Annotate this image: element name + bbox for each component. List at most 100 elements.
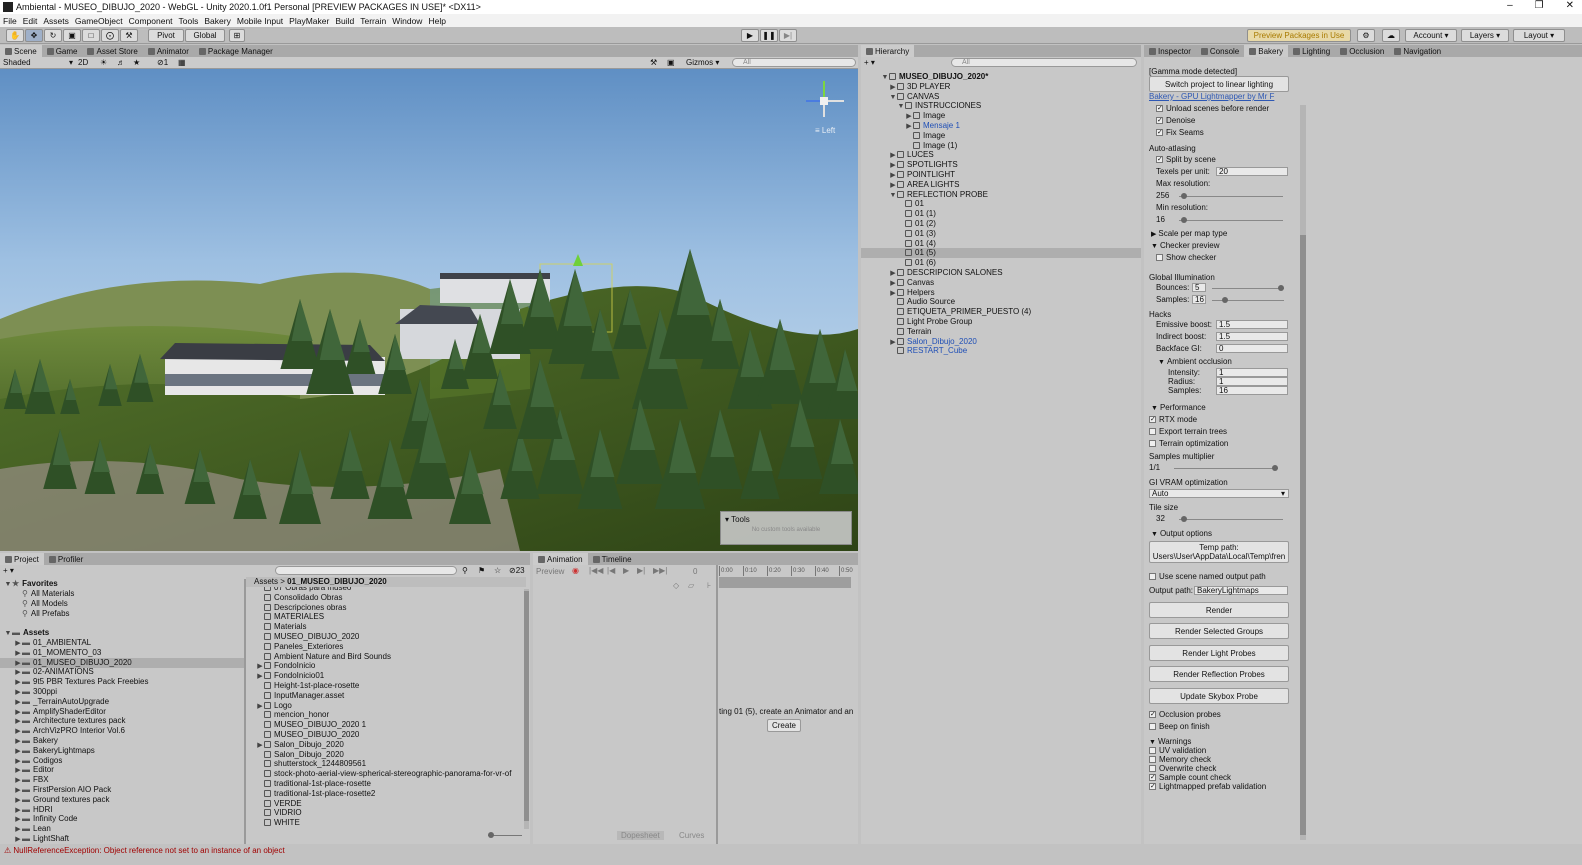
favorite-star-icon[interactable]: ☆ [494,566,501,575]
hierarchy-item[interactable]: ▶ Salon_Dibujo_2020 [861,337,1141,347]
tab-dopesheet[interactable]: Dopesheet [617,831,664,840]
record-icon[interactable]: ◉ [572,566,579,575]
asset-item[interactable]: VIDRIO [254,808,526,818]
rtx-mode-checkbox[interactable]: ✓ [1149,416,1156,423]
play-anim-icon[interactable]: ▶ [623,566,629,575]
maximize-button[interactable]: ❐ [1535,0,1544,11]
tab-game[interactable]: Game [42,45,83,57]
show-checker-checkbox[interactable] [1156,254,1163,261]
menu-assets[interactable]: Assets [43,16,69,26]
hierarchy-item[interactable]: 01 (1) [861,209,1141,219]
folder-amplifyshadereditor[interactable]: ▶▬ AmplifyShaderEditor [0,707,244,717]
assets-header[interactable]: ▼▬ Assets [0,628,244,638]
hierarchy-create-button[interactable]: + ▾ [864,58,875,67]
hidden-layers-count[interactable]: ⊘1 [157,58,168,67]
gizmos-dropdown[interactable]: Gizmos ▾ [686,58,719,67]
prev-key-icon[interactable]: |◀ [607,566,615,575]
hierarchy-item[interactable]: 01 (6) [861,258,1141,268]
hierarchy-item[interactable]: ETIQUETA_PRIMER_PUESTO (4) [861,307,1141,317]
folder-01-ambiental[interactable]: ▶▬ 01_AMBIENTAL [0,638,244,648]
minimize-button[interactable]: – [1507,0,1513,11]
icon-size-slider[interactable] [488,832,522,838]
favorite-all-models[interactable]: ⚲ All Models [0,599,244,609]
ao-intensity-input[interactable]: 1 [1216,368,1288,377]
ambient-occlusion-foldout[interactable]: ▼ Ambient occlusion [1158,357,1232,367]
bounces-slider-handle[interactable] [1278,285,1284,291]
asset-item[interactable]: VERDE [254,799,526,809]
hierarchy-item[interactable]: Audio Source [861,297,1141,307]
folder-fbx[interactable]: ▶▬ FBX [0,775,244,785]
cloud-icon[interactable]: ☁ [1382,29,1400,42]
hierarchy-item[interactable]: Light Probe Group [861,317,1141,327]
scene-named-output-checkbox[interactable] [1149,573,1156,580]
preview-packages-button[interactable]: Preview Packages in Use [1247,29,1351,42]
asset-item[interactable]: shutterstock_1244809561 [254,759,526,769]
hierarchy-item[interactable]: ▶ Helpers [861,288,1141,298]
hierarchy-item[interactable]: ▶ SPOTLIGHTS [861,160,1141,170]
performance-foldout[interactable]: ▼ Performance [1151,403,1206,413]
tab-package-manager[interactable]: Package Manager [194,45,278,57]
audio-toggle-icon[interactable]: ♬ [117,58,125,67]
folder-infinity-code[interactable]: ▶▬ Infinity Code [0,814,244,824]
memory-check-checkbox[interactable] [1149,756,1156,763]
move-tool-button[interactable]: ✥ [25,29,43,42]
folder-editor[interactable]: ▶▬ Editor [0,765,244,775]
tab-bakery[interactable]: Bakery [1244,45,1289,57]
hierarchy-item[interactable]: ▶ DESCRIPCION SALONES [861,268,1141,278]
menu-file[interactable]: File [3,16,17,26]
tab-lighting[interactable]: Lighting [1288,45,1335,57]
menu-edit[interactable]: Edit [23,16,38,26]
asset-item[interactable]: WHITE [254,818,526,828]
asset-item[interactable]: traditional-1st-place-rosette2 [254,789,526,799]
asset-item[interactable]: stock-photo-aerial-view-spherical-stereo… [254,769,526,779]
first-key-icon[interactable]: |◀◀ [589,566,603,575]
asset-item[interactable]: ▶ FondoInicio01 [254,671,526,681]
denoise-checkbox[interactable]: ✓ [1156,117,1163,124]
menu-component[interactable]: Component [129,16,173,26]
layers-dropdown[interactable]: Layers ▾ [1461,29,1509,42]
hierarchy-item[interactable]: ▼ REFLECTION PROBE [861,190,1141,200]
tab-animation[interactable]: Animation [533,553,588,565]
switch-linear-button[interactable]: Switch project to linear lighting [1149,76,1289,92]
hierarchy-item[interactable]: ▼ MUSEO_DIBUJO_2020* [861,72,1141,82]
gi-samples-input[interactable]: 16 [1192,295,1206,304]
breadcrumb-current[interactable]: 01_MUSEO_DIBUJO_2020 [287,577,387,586]
grid-dropdown-icon[interactable]: ▦ [178,58,186,67]
pause-button[interactable]: ❚❚ [760,29,778,42]
rotate-tool-button[interactable]: ↻ [44,29,62,42]
timeline-ruler[interactable]: 0:00 0:10 0:20 0:30 0:40 0:50 [719,566,853,576]
min-res-slider[interactable] [1179,217,1283,223]
asset-item[interactable]: mencion_honor [254,710,526,720]
shading-dropdown[interactable]: Shaded ▾ [3,58,73,68]
gi-samples-slider-handle[interactable] [1222,297,1228,303]
asset-item[interactable]: Salon_Dibujo_2020 [254,750,526,760]
scale-per-map-foldout[interactable]: ▶ Scale per map type [1151,229,1227,239]
hierarchy-item[interactable]: 01 (3) [861,229,1141,239]
menu-bakery[interactable]: Bakery [204,16,230,26]
uv-validation-checkbox[interactable] [1149,747,1156,754]
menu-terrain[interactable]: Terrain [360,16,386,26]
folder-300ppi[interactable]: ▶▬ 300ppi [0,687,244,697]
hierarchy-item[interactable]: ▶ 3D PLAYER [861,82,1141,92]
texels-input[interactable]: 20 [1216,167,1288,176]
add-keyframe-icon[interactable]: ◇ [673,581,679,590]
hierarchy-item[interactable]: ▶ Canvas [861,278,1141,288]
favorite-all-materials[interactable]: ⚲ All Materials [0,589,244,599]
favorites-header[interactable]: ▼★ Favorites [0,579,244,589]
max-res-slider[interactable] [1179,193,1283,199]
camera-icon[interactable]: ▣ [667,58,675,67]
last-key-icon[interactable]: ▶▶| [653,566,667,575]
custom-tool-button[interactable]: ⚒ [120,29,138,42]
folder-02-animations[interactable]: ▶▬ 02-ANIMATIONS [0,667,244,677]
vram-dropdown[interactable]: Auto ▾ [1149,489,1289,498]
project-create-button[interactable]: + ▾ [3,566,14,575]
asset-item[interactable]: MUSEO_DIBUJO_2020 1 [254,720,526,730]
tab-console[interactable]: Console [1196,45,1244,57]
global-toggle[interactable]: Global [185,29,225,42]
folder-lightshaft[interactable]: ▶▬ LightShaft [0,834,244,844]
render-button[interactable]: Render [1149,602,1289,618]
folder-codigos[interactable]: ▶▬ Codigos [0,756,244,766]
ao-samples-input[interactable]: 16 [1216,386,1288,395]
tile-size-slider-handle[interactable] [1181,516,1187,522]
hierarchy-item[interactable]: RESTART_Cube [861,346,1141,356]
